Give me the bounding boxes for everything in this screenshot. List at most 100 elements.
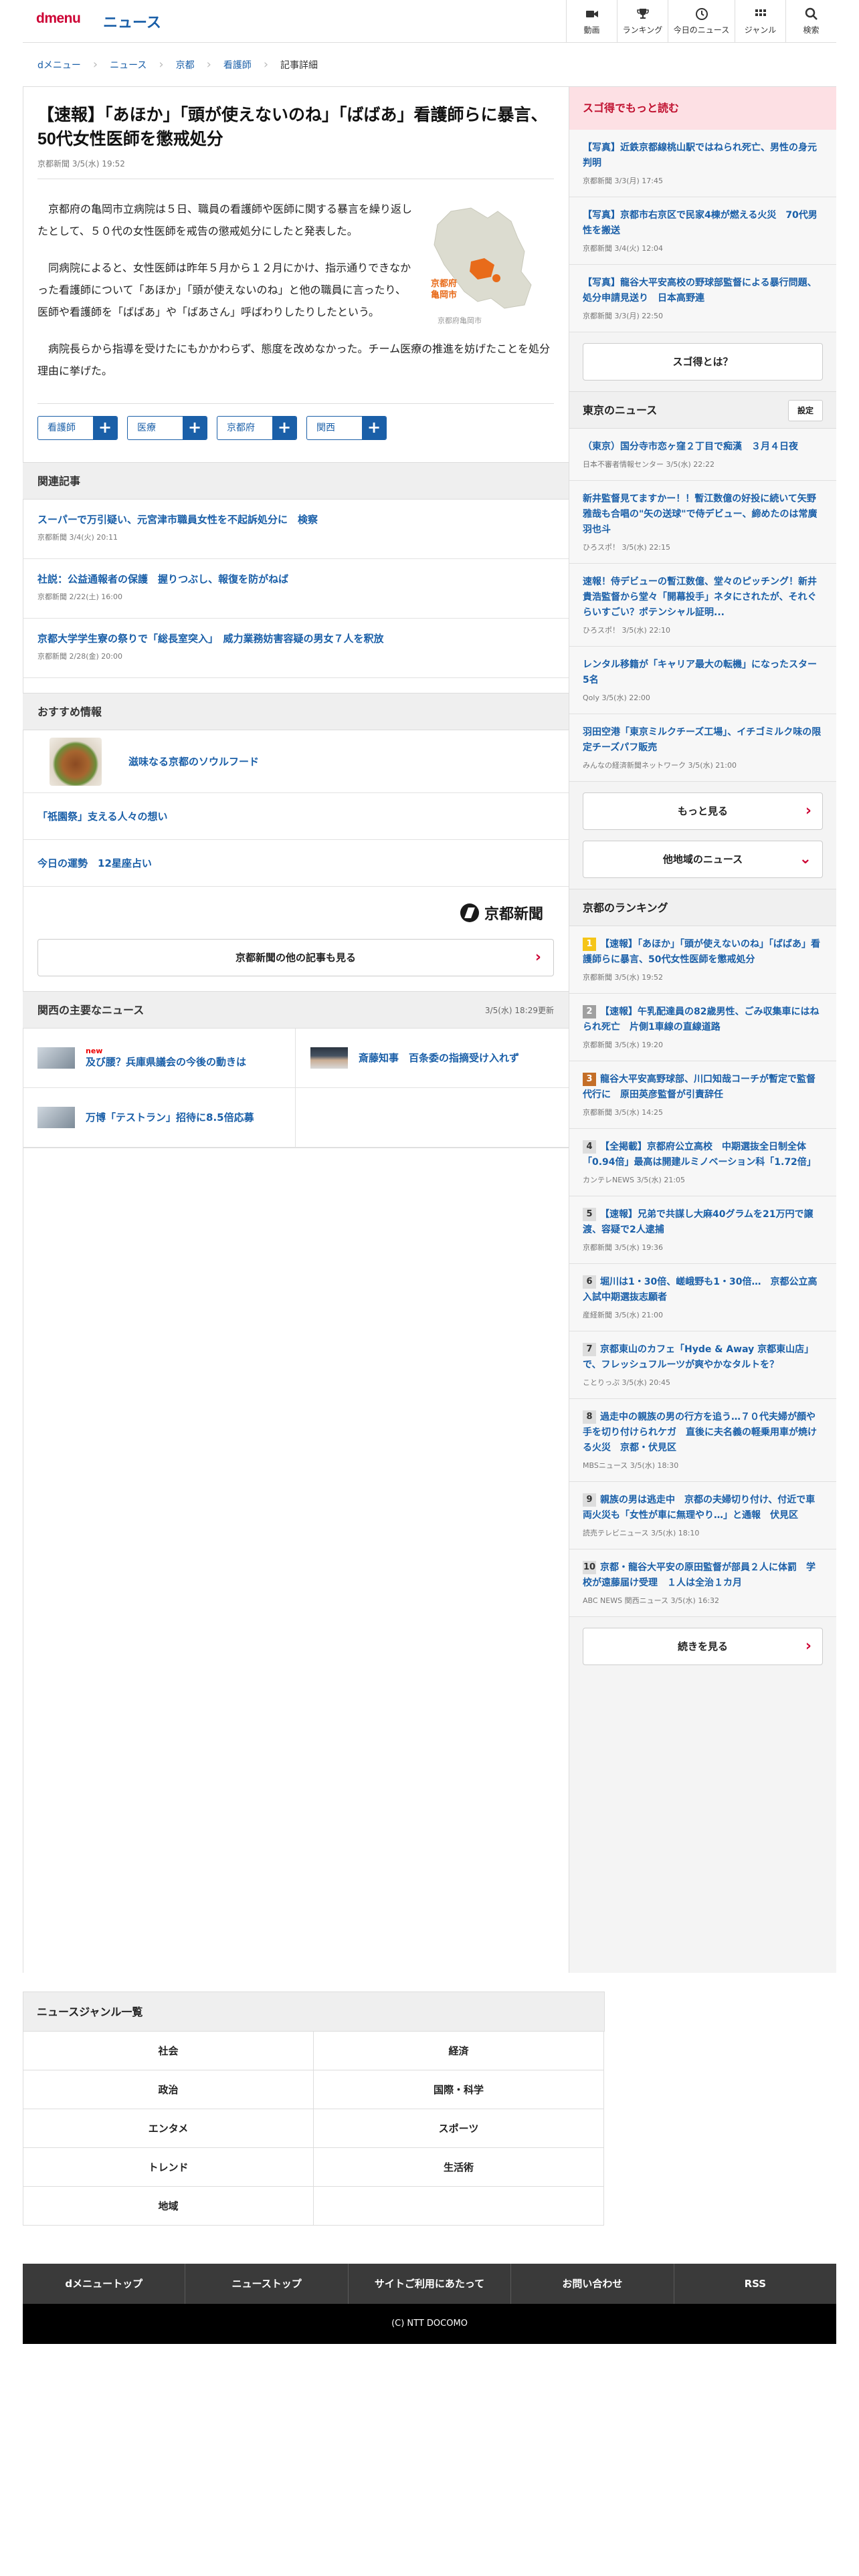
footer-link-news-top[interactable]: ニューストップ xyxy=(185,2264,349,2304)
ranking-item[interactable]: 6 堀川は1・30倍、嵯峨野も1・30倍… 京都公立高入試中期選抜志願者 産経新聞… xyxy=(569,1264,836,1331)
ranking-title[interactable]: 6 堀川は1・30倍、嵯峨野も1・30倍… 京都公立高入試中期選抜志願者 xyxy=(583,1275,823,1305)
genre-item[interactable]: 地域 xyxy=(23,2187,314,2226)
related-title[interactable]: スーパーで万引疑い、元宮津市職員女性を不起訴処分に 検察 xyxy=(37,512,554,528)
other-region-button[interactable]: 他地域のニュース ⌄ xyxy=(583,841,823,878)
settings-button[interactable]: 設定 xyxy=(788,400,823,421)
ranking-item[interactable]: 5 【速報】兄弟で共謀し大麻40グラムを21万円で譲渡、容疑で2人逮捕 京都新聞 … xyxy=(569,1196,836,1264)
related-item[interactable]: 社説：公益通報者の保護 握りつぶし、報復を防がねば 京都新聞 2/22(土) 1… xyxy=(23,559,569,619)
ranking-title[interactable]: 3 龍谷大平安高野球部、川口知哉コーチが暫定で監督代行に 原田英彦監督が引責辞任 xyxy=(583,1072,823,1103)
tokyo-news-item[interactable]: 羽田空港「東京ミルクチーズ工場」、イチゴミルク味の限定チーズパフ販売 みんなの経… xyxy=(569,714,836,782)
genre-item[interactable]: エンタメ xyxy=(23,2109,314,2148)
ranking-title[interactable]: 7 京都東山のカフェ「Hyde & Away 京都東山店」で、フレッシュフルーツが… xyxy=(583,1342,823,1373)
ranking-title-text[interactable]: 親族の男は逃走中 京都の夫婦切り付け、付近で車両火災も「女性が車に無理やり…」と… xyxy=(583,1495,815,1521)
breadcrumb-kyoto[interactable]: 京都 xyxy=(176,58,195,72)
kansai-news-item[interactable]: new 及び腰？兵庫県議会の今後の動きは xyxy=(23,1029,296,1088)
ranking-title[interactable]: 9 親族の男は逃走中 京都の夫婦切り付け、付近で車両火災も「女性が車に無理やり…」… xyxy=(583,1493,823,1523)
ranking-item[interactable]: 10 京都・龍谷大平安の原田監督が部員２人に体罰 学校が遠藤届け受理 １人は全治１… xyxy=(569,1549,836,1617)
nav-today[interactable]: 今日のニュース xyxy=(668,0,735,43)
footer-link-dmenu-top[interactable]: dメニュートップ xyxy=(23,2264,186,2304)
tokyo-news-title[interactable]: 新井監督見てますかー！！暫江数億の好投に続いて矢野雅哉も合唱の"矢の送球"で侍デ… xyxy=(583,492,823,538)
ranking-title-text[interactable]: 【速報】「あほか」「頭が使えないのね」「ばばあ」看護師らに暴言、50代女性医師を… xyxy=(583,939,820,965)
follow-plus-icon[interactable]: + xyxy=(183,417,207,439)
ranking-item[interactable]: 4 【全掲載】京都府公立高校 中期選抜全日制全体「0.94倍」最高は開建ルミノベー… xyxy=(569,1129,836,1196)
breadcrumb-news[interactable]: ニュース xyxy=(110,58,147,72)
footer-link-rss[interactable]: RSS xyxy=(674,2264,836,2304)
ranking-title-text[interactable]: 【速報】兄弟で共謀し大麻40グラムを21万円で譲渡、容疑で2人逮捕 xyxy=(583,1209,814,1235)
recommended-item[interactable]: 「祇園祭」支える人々の想い xyxy=(23,793,569,840)
ranking-title-text[interactable]: 【速報】午乳配達員の82歳男性、ごみ収集車にはねられ死亡 片側1車線の直線道路 xyxy=(583,1006,819,1033)
food-thumbnail[interactable] xyxy=(50,737,102,786)
tag-item[interactable]: 京都府 + xyxy=(217,416,297,440)
breadcrumb-dmenu[interactable]: dメニュー xyxy=(37,58,81,72)
ranking-title-text[interactable]: 【全掲載】京都府公立高校 中期選抜全日制全体「0.94倍」最高は開建ルミノベーシ… xyxy=(583,1142,816,1168)
tag-label[interactable]: 看護師 xyxy=(38,417,93,439)
ranking-item[interactable]: 9 親族の男は逃走中 京都の夫婦切り付け、付近で車両火災も「女性が車に無理やり…」… xyxy=(569,1482,836,1549)
ranking-item[interactable]: 7 京都東山のカフェ「Hyde & Away 京都東山店」で、フレッシュフルーツが… xyxy=(569,1331,836,1399)
tokyo-news-title[interactable]: レンタル移籍が「キャリア最大の転機」になったスター5名 xyxy=(583,657,823,688)
genre-item[interactable]: 生活術 xyxy=(314,2148,604,2187)
tag-label[interactable]: 京都府 xyxy=(217,417,272,439)
kansai-news-title[interactable]: 万博「テストラン」招待に8.5倍応募 xyxy=(86,1111,254,1124)
promo-title[interactable]: 【写真】龍谷大平安高校の野球部監督による暴行問題、処分申請見送り 日本高野連 xyxy=(583,276,823,306)
ranking-item[interactable]: 8 過走中の親族の男の行方を追う…７０代夫婦が顔や手を切り付けられケガ 直後に夫名… xyxy=(569,1399,836,1482)
breadcrumb-nurse[interactable]: 看護師 xyxy=(223,58,252,72)
genre-item[interactable]: トレンド xyxy=(23,2148,314,2187)
news-title-link[interactable]: ニュース xyxy=(103,11,161,32)
related-item[interactable]: 京都大学学生寮の祭りで「総長室突入」 威力業務妨害容疑の男女７人を釈放 京都新聞… xyxy=(23,619,569,678)
ranking-title-text[interactable]: 龍谷大平安高野球部、川口知哉コーチが暫定で監督代行に 原田英彦監督が引責辞任 xyxy=(583,1074,816,1100)
tokyo-news-item[interactable]: 新井監督見てますかー！！暫江数億の好投に続いて矢野雅哉も合唱の"矢の送球"で侍デ… xyxy=(569,481,836,564)
tag-label[interactable]: 関西 xyxy=(307,417,362,439)
ranking-title[interactable]: 10 京都・龍谷大平安の原田監督が部員２人に体罰 学校が遠藤届け受理 １人は全治１… xyxy=(583,1560,823,1591)
ranking-item[interactable]: 1 【速報】「あほか」「頭が使えないのね」「ばばあ」看護師らに暴言、50代女性医師… xyxy=(569,926,836,994)
recommended-featured-title[interactable]: 滋味なる京都のソウルフード xyxy=(128,754,259,768)
genre-item[interactable]: 国際・科学 xyxy=(314,2070,604,2109)
ranking-item[interactable]: 3 龍谷大平安高野球部、川口知哉コーチが暫定で監督代行に 原田英彦監督が引責辞任 … xyxy=(569,1061,836,1129)
sugotoku-about-button[interactable]: スゴ得とは？ xyxy=(583,343,823,381)
follow-plus-icon[interactable]: + xyxy=(93,417,117,439)
related-title[interactable]: 京都大学学生寮の祭りで「総長室突入」 威力業務妨害容疑の男女７人を釈放 xyxy=(37,631,554,647)
genre-item[interactable]: スポーツ xyxy=(314,2109,604,2148)
genre-item[interactable]: 政治 xyxy=(23,2070,314,2109)
ranking-title[interactable]: 1 【速報】「あほか」「頭が使えないのね」「ばばあ」看護師らに暴言、50代女性医師… xyxy=(583,937,823,968)
dmenu-logo[interactable]: dmenu xyxy=(36,11,81,27)
ranking-title[interactable]: 5 【速報】兄弟で共謀し大麻40グラムを21万円で譲渡、容疑で2人逮捕 xyxy=(583,1207,823,1238)
follow-plus-icon[interactable]: + xyxy=(272,417,296,439)
tag-item[interactable]: 医療 + xyxy=(127,416,207,440)
ranking-title-text[interactable]: 過走中の親族の男の行方を追う…７０代夫婦が顔や手を切り付けられケガ 直後に夫名義… xyxy=(583,1412,817,1453)
tokyo-more-button[interactable]: もっと見る › xyxy=(583,792,823,830)
ranking-title[interactable]: 4 【全掲載】京都府公立高校 中期選抜全日制全体「0.94倍」最高は開建ルミノベー… xyxy=(583,1140,823,1170)
publisher-more-button[interactable]: 京都新聞の他の記事も見る › xyxy=(37,939,554,976)
kansai-news-item[interactable]: 斎藤知事 百条委の指摘受け入れず xyxy=(296,1029,569,1088)
tag-label[interactable]: 医療 xyxy=(128,417,183,439)
ranking-title[interactable]: 8 過走中の親族の男の行方を追う…７０代夫婦が顔や手を切り付けられケガ 直後に夫名… xyxy=(583,1410,823,1456)
ranking-title[interactable]: 2 【速報】午乳配達員の82歳男性、ごみ収集車にはねられ死亡 片側1車線の直線道路 xyxy=(583,1004,823,1035)
promo-title[interactable]: 【写真】京都市右京区で民家4棟が燃える火災 70代男性を搬送 xyxy=(583,208,823,239)
tokyo-news-title[interactable]: 速報！侍デビューの暫江数億、堂々のピッチング！新井貴浩監督から堂々「開幕投手」ネ… xyxy=(583,574,823,621)
tokyo-news-title[interactable]: （東京）国分寺市恋ヶ窪２丁目で痴漢 ３月４日夜 xyxy=(583,439,823,455)
ranking-item[interactable]: 2 【速報】午乳配達員の82歳男性、ごみ収集車にはねられ死亡 片側1車線の直線道路… xyxy=(569,994,836,1061)
genre-item[interactable]: 経済 xyxy=(314,2032,604,2070)
genre-item[interactable]: 社会 xyxy=(23,2032,314,2070)
kansai-news-item[interactable]: 万博「テストラン」招待に8.5倍応募 xyxy=(23,1088,296,1148)
ranking-title-text[interactable]: 京都東山のカフェ「Hyde & Away 京都東山店」で、フレッシュフルーツが爽… xyxy=(583,1344,814,1370)
footer-link-contact[interactable]: お問い合わせ xyxy=(511,2264,674,2304)
nav-genre[interactable]: ジャンル xyxy=(735,0,785,43)
tag-item[interactable]: 看護師 + xyxy=(37,416,118,440)
tokyo-news-title[interactable]: 羽田空港「東京ミルクチーズ工場」、イチゴミルク味の限定チーズパフ販売 xyxy=(583,725,823,756)
kansai-news-title[interactable]: 及び腰？兵庫県議会の今後の動きは xyxy=(86,1056,246,1068)
tokyo-news-item[interactable]: レンタル移籍が「キャリア最大の転機」になったスター5名 Qoly 3/5(水) … xyxy=(569,647,836,714)
ranking-more-button[interactable]: 続きを見る › xyxy=(583,1628,823,1665)
follow-plus-icon[interactable]: + xyxy=(362,417,386,439)
nav-ranking[interactable]: ランキング xyxy=(617,0,668,43)
promo-item[interactable]: 【写真】龍谷大平安高校の野球部監督による暴行問題、処分申請見送り 日本高野連 京… xyxy=(569,265,836,332)
promo-item[interactable]: 【写真】近鉄京都線桃山駅ではねられ死亡、男性の身元判明 京都新聞 3/3(月) … xyxy=(569,130,836,197)
recommended-featured[interactable]: 滋味なる京都のソウルフード xyxy=(23,730,569,793)
related-item[interactable]: スーパーで万引疑い、元宮津市職員女性を不起訴処分に 検察 京都新聞 3/4(火)… xyxy=(23,500,569,559)
ranking-title-text[interactable]: 京都・龍谷大平安の原田監督が部員２人に体罰 学校が遠藤届け受理 １人は全治１カ月 xyxy=(583,1562,816,1588)
tokyo-news-item[interactable]: 速報！侍デビューの暫江数億、堂々のピッチング！新井貴浩監督から堂々「開幕投手」ネ… xyxy=(569,564,836,647)
kansai-news-title[interactable]: 斎藤知事 百条委の指摘受け入れず xyxy=(359,1051,519,1065)
recommended-item[interactable]: 今日の運勢 12星座占い xyxy=(23,840,569,887)
tokyo-news-item[interactable]: （東京）国分寺市恋ヶ窪２丁目で痴漢 ３月４日夜 日本不審者情報センター 3/5(… xyxy=(569,429,836,481)
promo-title[interactable]: 【写真】近鉄京都線桃山駅ではねられ死亡、男性の身元判明 xyxy=(583,140,823,171)
nav-video[interactable]: 動画 xyxy=(566,0,617,43)
